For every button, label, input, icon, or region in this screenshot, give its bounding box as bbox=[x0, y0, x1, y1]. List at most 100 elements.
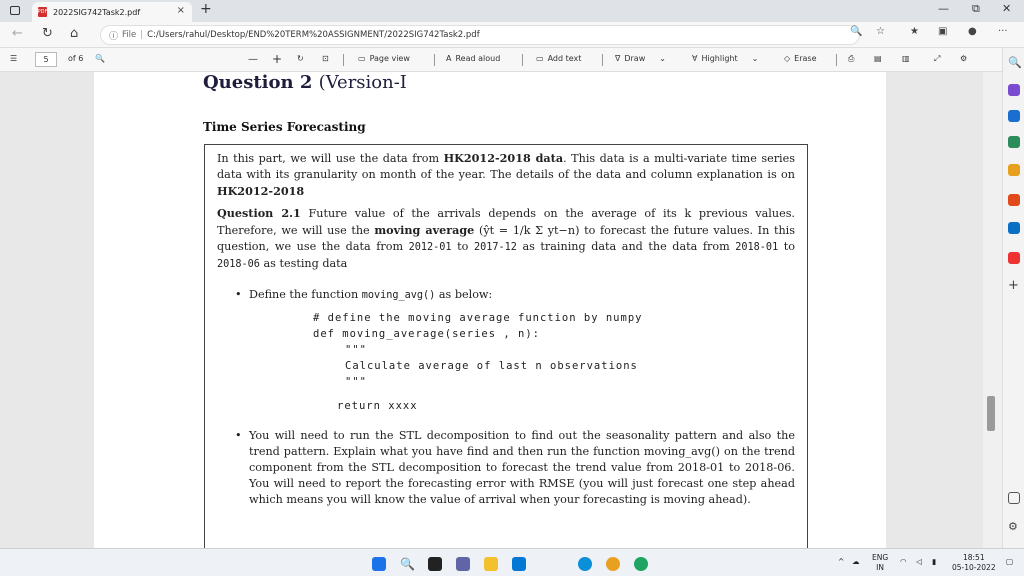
read-aloud-button[interactable]: A Read aloud bbox=[446, 54, 500, 63]
question-number: Question 2 bbox=[203, 72, 313, 93]
toolbox-icon[interactable] bbox=[1008, 136, 1020, 148]
file-explorer-icon[interactable] bbox=[484, 557, 498, 571]
more-icon[interactable]: ··· bbox=[998, 26, 1008, 37]
question-label: Question 2.1 bbox=[217, 206, 301, 220]
draw-button[interactable]: ∇ Draw ⌄ bbox=[615, 54, 666, 63]
task-view-icon[interactable] bbox=[428, 557, 442, 571]
new-tab-button[interactable]: + bbox=[200, 1, 212, 17]
address-field[interactable]: ⓘ File | C:/Users/rahul/Desktop/END%20TE… bbox=[100, 25, 860, 45]
file-label: File bbox=[122, 30, 137, 40]
question-version: (Version-I bbox=[318, 72, 407, 93]
add-text-label: Add text bbox=[547, 54, 582, 63]
page-count: of 6 bbox=[68, 54, 84, 63]
wifi-icon[interactable]: ◠ bbox=[900, 557, 907, 567]
tab-actions-icon[interactable] bbox=[10, 6, 20, 15]
clock[interactable]: 18:51 05-10-2022 bbox=[952, 553, 996, 573]
search-icon[interactable]: 🔍 bbox=[1008, 56, 1022, 69]
scrollbar[interactable] bbox=[983, 72, 1002, 548]
save-as-icon[interactable]: ▥ bbox=[902, 54, 910, 63]
language-indicator[interactable]: ENG IN bbox=[872, 553, 888, 573]
question-text: as training data and the data from bbox=[516, 240, 736, 253]
discover-icon[interactable] bbox=[1008, 84, 1020, 96]
minimize-button[interactable]: — bbox=[938, 2, 949, 15]
add-icon[interactable]: + bbox=[1008, 278, 1020, 293]
page-view-icon: ▭ bbox=[358, 54, 366, 63]
question-text: to bbox=[778, 240, 796, 253]
date: 2018-01 bbox=[735, 242, 779, 253]
refresh-icon[interactable]: ↻ bbox=[42, 26, 53, 41]
code-line: """ bbox=[345, 376, 367, 388]
section-title: Time Series Forecasting bbox=[203, 120, 366, 134]
profile-icon[interactable]: ● bbox=[968, 26, 977, 37]
toolbar-divider bbox=[836, 54, 837, 66]
browser-tab[interactable]: PDF 2022SIG742Task2.pdf × bbox=[32, 2, 192, 22]
erase-button[interactable]: ◇ Erase bbox=[784, 54, 817, 63]
list-item: You will need to run the STL decompositi… bbox=[235, 428, 795, 508]
restore-button[interactable]: ⧉ bbox=[972, 2, 980, 16]
store-icon[interactable] bbox=[512, 557, 526, 571]
tray-chevron-icon[interactable]: ^ bbox=[838, 557, 844, 567]
zoom-in-button[interactable]: + bbox=[272, 52, 282, 66]
edge-sidebar: 🔍 + ⚙ bbox=[1002, 48, 1024, 548]
toolbar-divider bbox=[602, 54, 603, 66]
cloud-icon[interactable]: ☁ bbox=[852, 557, 860, 567]
favorites-list-icon[interactable]: ★ bbox=[910, 26, 919, 37]
bullet-text: as below: bbox=[435, 288, 493, 301]
print-icon[interactable]: ⎙ bbox=[848, 54, 854, 64]
battery-icon[interactable]: ▮ bbox=[932, 557, 936, 567]
search-icon[interactable]: 🔍 bbox=[400, 557, 415, 571]
zoom-icon[interactable]: 🔍 bbox=[850, 26, 862, 37]
bullet-text: Define the function bbox=[249, 288, 362, 301]
page-view-button[interactable]: ▭ Page view bbox=[358, 54, 410, 63]
pdf-viewport[interactable]: Question 2 (Version-I Time Series Foreca… bbox=[0, 72, 983, 548]
edge-icon[interactable] bbox=[578, 557, 592, 571]
gear-icon[interactable]: ⚙ bbox=[1008, 520, 1020, 533]
add-text-button[interactable]: ▭ Add text bbox=[536, 54, 581, 63]
tab-close-button[interactable]: × bbox=[177, 5, 185, 16]
chrome-icon[interactable] bbox=[606, 557, 620, 571]
fit-page-icon[interactable]: ⊡ bbox=[322, 54, 329, 63]
zoom-out-button[interactable]: — bbox=[248, 54, 258, 65]
tag-icon[interactable] bbox=[1008, 110, 1020, 122]
favorite-icon[interactable]: ☆ bbox=[876, 26, 885, 37]
save-icon[interactable]: ▤ bbox=[874, 54, 882, 63]
home-icon[interactable]: ⌂ bbox=[70, 26, 78, 41]
code-line: # define the moving average function by … bbox=[313, 312, 643, 324]
function-name: moving_avg() bbox=[361, 290, 436, 301]
page-view-label: Page view bbox=[369, 54, 410, 63]
office-icon[interactable] bbox=[1008, 194, 1020, 206]
method-name: moving average bbox=[374, 223, 475, 237]
toolbar-divider bbox=[343, 54, 344, 66]
erase-icon: ◇ bbox=[784, 54, 791, 63]
youtube-icon[interactable] bbox=[1008, 252, 1020, 264]
pdf-page: Question 2 (Version-I Time Series Foreca… bbox=[94, 72, 886, 548]
expand-icon[interactable]: ⤢ bbox=[934, 54, 940, 64]
chrome-profile-icon[interactable] bbox=[634, 557, 648, 571]
info-icon[interactable]: ⓘ bbox=[109, 29, 118, 42]
notification-icon[interactable]: ▢ bbox=[1006, 557, 1013, 567]
outlook-icon[interactable] bbox=[1008, 222, 1020, 234]
code-line: Calculate average of last n observations bbox=[345, 360, 638, 372]
question-text: to bbox=[451, 240, 474, 253]
find-icon[interactable]: 🔍 bbox=[95, 54, 105, 63]
erase-label: Erase bbox=[794, 54, 817, 63]
games-icon[interactable] bbox=[1008, 164, 1020, 176]
windows-start-icon[interactable] bbox=[372, 557, 386, 571]
page-number-input[interactable]: 5 bbox=[35, 52, 57, 67]
code-block: # define the moving average function by … bbox=[313, 310, 795, 414]
highlight-button[interactable]: ∀ Highlight ⌄ bbox=[692, 54, 758, 63]
close-window-button[interactable]: ✕ bbox=[1002, 2, 1011, 15]
chat-icon[interactable] bbox=[456, 557, 470, 571]
settings-icon[interactable]: ⚙ bbox=[960, 54, 967, 63]
back-icon[interactable]: ← bbox=[12, 26, 23, 41]
contents-icon[interactable]: ☰ bbox=[10, 54, 17, 63]
collections-icon[interactable]: ▣ bbox=[938, 26, 947, 37]
sidebar-toggle-icon[interactable] bbox=[1008, 492, 1020, 504]
formula: (ŷt = 1/k Σ yt−n) bbox=[478, 224, 580, 237]
volume-icon[interactable]: ◁ bbox=[916, 557, 922, 567]
pdf-icon: PDF bbox=[37, 7, 48, 17]
dataset-name: HK2012-2018 bbox=[217, 184, 305, 198]
scrollbar-thumb[interactable] bbox=[987, 396, 995, 431]
rotate-icon[interactable]: ↻ bbox=[297, 54, 304, 63]
address-bar-row: ← ↻ ⌂ ⓘ File | C:/Users/rahul/Desktop/EN… bbox=[0, 22, 1024, 48]
